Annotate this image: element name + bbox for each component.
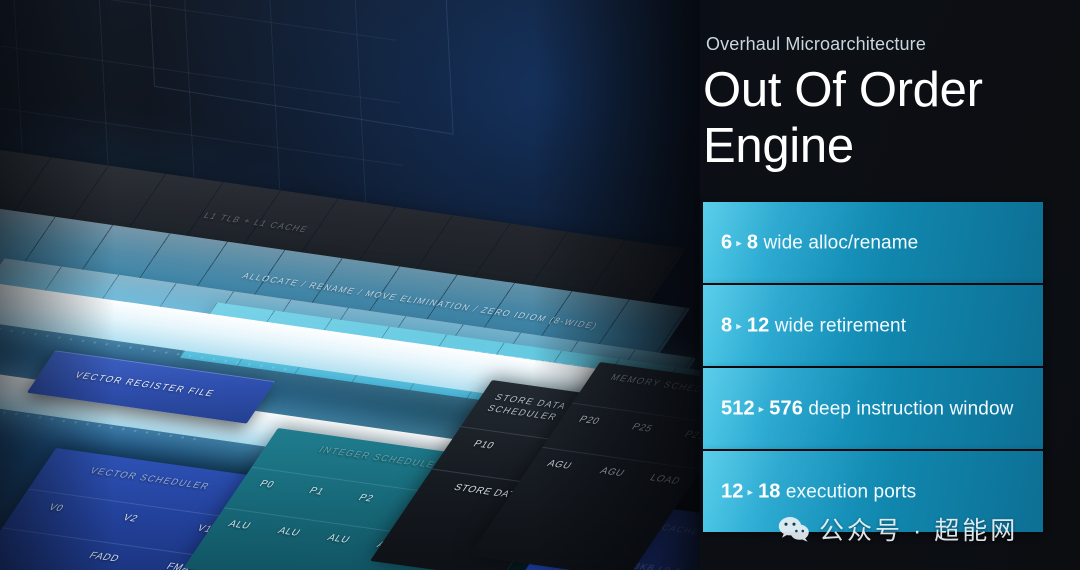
port-cell: P20 [576,414,603,428]
unit-cell [0,537,71,558]
callout-alloc-rename: 6 ▸ 8 wide alloc/rename [703,202,1043,283]
callout-to-value: 8 [746,231,759,253]
callout-description: wide retirement [774,315,907,336]
unit-cell: ALU [225,518,254,532]
unit-cell: LOAD [647,472,683,487]
callout-description: execution ports [785,481,917,502]
callout-text: 12 ▸ 18 execution ports [721,480,916,503]
page-title-line-1: Out Of Order [703,63,983,117]
arrow-right-icon: ▸ [736,320,742,332]
page-title-line-2: Engine [703,119,854,173]
scheduler-title-integer: INTEGER SCHEDULER [317,444,446,471]
scheduler-title-vector: VECTOR SCHEDULER [87,465,213,492]
callout-description: wide alloc/rename [763,232,919,253]
callout-from-value: 6 [721,231,733,253]
page-title: Out Of Order Engine [703,62,1073,174]
unit-cell: FADD [86,550,122,565]
callout-text: 512 ▸ 576 deep instruction window [721,397,1013,420]
callout-to-value: 576 [769,397,803,419]
slide-out-of-order-engine: el L1 TLB + L1 CACHE ALLOCATE / RENAME /… [0,0,1080,570]
watermark: 公众号 · 超能网 [778,511,1018,547]
watermark-text: 公众号 · 超能网 [819,517,1019,545]
callout-to-value: 18 [758,480,781,502]
unit-cell: AGU [597,465,628,479]
arrow-right-icon: ▸ [747,486,754,498]
unit-cell: AGU [544,458,575,472]
text-panel: Overhaul Microarchitecture Out Of Order … [700,0,1080,570]
callout-from-value: 12 [721,480,744,502]
port-cell: P10 [470,438,497,452]
port-cell: P25 [629,421,656,435]
scheduler-port-row: P20 P25 P21 [560,412,720,444]
die-render-artwork: el L1 TLB + L1 CACHE ALLOCATE / RENAME /… [0,0,720,570]
callout-from-value: 8 [721,314,733,336]
arrow-right-icon: ▸ [758,403,765,415]
port-cell: V0 [46,502,67,515]
callout-instruction-window: 512 ▸ 576 deep instruction window [703,368,1043,449]
callout-list: 6 ▸ 8 wide alloc/rename 8 ▸ 12 wide retireme… [703,202,1043,534]
port-cell: V2 [120,512,141,525]
port-cell: P0 [257,478,277,491]
callout-description: deep instruction window [808,398,1014,419]
wechat-icon [778,516,810,542]
callout-from-value: 512 [721,397,755,419]
scheduler-unit-row: AGU AGU LOAD [530,456,695,488]
port-cell: P2 [356,492,376,505]
block-label-vector-register-file: VECTOR REGISTER FILE [72,369,218,399]
panel-eyebrow: Overhaul Microarchitecture [706,34,926,54]
port-cell: P1 [306,485,327,498]
callout-text: 6 ▸ 8 wide alloc/rename [721,231,918,254]
arrow-right-icon: ▸ [736,237,742,249]
callout-to-value: 12 [746,314,770,336]
unit-cell: ALU [275,525,303,539]
callout-text: 8 ▸ 12 wide retirement [721,314,906,337]
unit-cell: ALU [324,532,353,546]
callout-retirement: 8 ▸ 12 wide retirement [703,285,1043,366]
